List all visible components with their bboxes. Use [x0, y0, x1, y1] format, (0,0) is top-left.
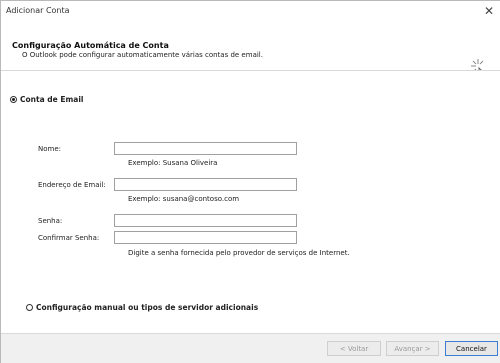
password-hint: Digite a senha fornecida pelo provedor d…: [128, 249, 350, 257]
wizard-header: Configuração Automática de Conta O Outlo…: [1, 23, 500, 87]
title-bar: Adicionar Conta ✕: [1, 1, 500, 23]
close-icon[interactable]: ✕: [484, 4, 494, 18]
cancel-button[interactable]: Cancelar: [445, 341, 498, 356]
email-input[interactable]: [114, 178, 297, 191]
radio-manual-setup-label: Configuração manual ou tipos de servidor…: [36, 303, 259, 312]
radio-unselected-icon: [26, 304, 33, 311]
password-label: Senha:: [38, 217, 63, 225]
email-label: Endereço de Email:: [38, 181, 106, 189]
header-subtitle: O Outlook pode configurar automaticament…: [22, 51, 263, 59]
button-bar: < Voltar Avançar > Cancelar: [1, 333, 500, 363]
add-account-dialog: Adicionar Conta ✕ Configuração Automátic…: [0, 0, 500, 363]
name-input[interactable]: [114, 142, 297, 155]
next-button[interactable]: Avançar >: [386, 341, 439, 356]
back-button[interactable]: < Voltar: [327, 341, 381, 356]
window-title: Adicionar Conta: [6, 6, 70, 15]
radio-selected-icon: [10, 96, 17, 103]
name-label: Nome:: [38, 145, 62, 153]
radio-email-account[interactable]: Conta de Email: [10, 95, 83, 104]
confirm-password-label: Confirmar Senha:: [38, 234, 100, 242]
name-hint: Exemplo: Susana Oliveira: [128, 159, 218, 167]
radio-manual-setup[interactable]: Configuração manual ou tipos de servidor…: [26, 303, 258, 312]
header-title: Configuração Automática de Conta: [12, 41, 169, 50]
wizard-content: Conta de Email Nome: Exemplo: Susana Oli…: [1, 71, 500, 333]
password-input[interactable]: [114, 214, 297, 227]
radio-email-account-label: Conta de Email: [20, 95, 84, 104]
confirm-password-input[interactable]: [114, 231, 297, 244]
email-hint: Exemplo: susana@contoso.com: [128, 195, 240, 203]
